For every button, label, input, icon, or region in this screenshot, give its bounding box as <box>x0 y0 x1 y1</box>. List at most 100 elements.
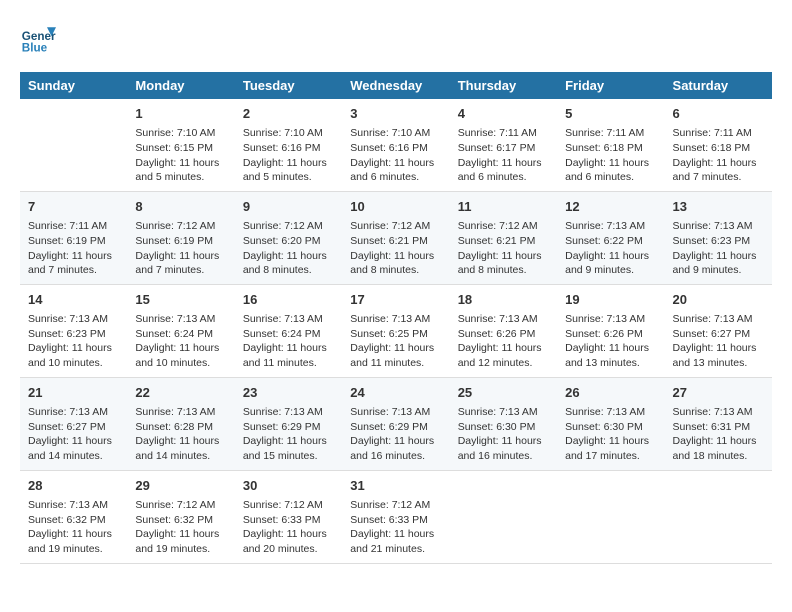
day-number: 6 <box>673 105 764 123</box>
day-number: 22 <box>135 384 226 402</box>
calendar-cell: 8 Sunrise: 7:12 AM Sunset: 6:19 PM Daylig… <box>127 191 234 284</box>
calendar-cell: 31 Sunrise: 7:12 AM Sunset: 6:33 PM Dayli… <box>342 470 449 563</box>
calendar-cell: 5 Sunrise: 7:11 AM Sunset: 6:18 PM Daylig… <box>557 99 664 191</box>
day-number: 5 <box>565 105 656 123</box>
calendar-cell: 29 Sunrise: 7:12 AM Sunset: 6:32 PM Dayli… <box>127 470 234 563</box>
calendar-cell: 28Sunrise: 7:13 AM Sunset: 6:32 PM Dayli… <box>20 470 127 563</box>
day-number: 19 <box>565 291 656 309</box>
calendar-cell: 24Sunrise: 7:13 AM Sunset: 6:29 PM Dayli… <box>342 377 449 470</box>
day-info: Sunrise: 7:12 AM Sunset: 6:19 PM Dayligh… <box>135 219 226 278</box>
calendar-week-5: 28Sunrise: 7:13 AM Sunset: 6:32 PM Dayli… <box>20 470 772 563</box>
calendar-cell: 15Sunrise: 7:13 AM Sunset: 6:24 PM Dayli… <box>127 284 234 377</box>
svg-text:Blue: Blue <box>22 42 48 55</box>
day-number: 28 <box>28 477 119 495</box>
day-number: 9 <box>243 198 334 216</box>
day-info: Sunrise: 7:13 AM Sunset: 6:25 PM Dayligh… <box>350 312 441 371</box>
day-info: Sunrise: 7:13 AM Sunset: 6:24 PM Dayligh… <box>135 312 226 371</box>
day-info: Sunrise: 7:12 AM Sunset: 6:21 PM Dayligh… <box>458 219 549 278</box>
day-info: Sunrise: 7:12 AM Sunset: 6:21 PM Dayligh… <box>350 219 441 278</box>
calendar-week-2: 7 Sunrise: 7:11 AM Sunset: 6:19 PM Daylig… <box>20 191 772 284</box>
day-number: 29 <box>135 477 226 495</box>
col-header-tuesday: Tuesday <box>235 72 342 99</box>
day-number: 30 <box>243 477 334 495</box>
day-info: Sunrise: 7:13 AM Sunset: 6:23 PM Dayligh… <box>673 219 764 278</box>
calendar-week-3: 14Sunrise: 7:13 AM Sunset: 6:23 PM Dayli… <box>20 284 772 377</box>
day-info: Sunrise: 7:12 AM Sunset: 6:20 PM Dayligh… <box>243 219 334 278</box>
day-number: 25 <box>458 384 549 402</box>
calendar-cell: 25 Sunrise: 7:13 AM Sunset: 6:30 PM Dayli… <box>450 377 557 470</box>
col-header-saturday: Saturday <box>665 72 772 99</box>
day-info: Sunrise: 7:12 AM Sunset: 6:33 PM Dayligh… <box>350 498 441 557</box>
calendar-cell: 3Sunrise: 7:10 AM Sunset: 6:16 PM Daylig… <box>342 99 449 191</box>
day-number: 7 <box>28 198 119 216</box>
day-info: Sunrise: 7:13 AM Sunset: 6:24 PM Dayligh… <box>243 312 334 371</box>
calendar-cell: 27 Sunrise: 7:13 AM Sunset: 6:31 PM Dayli… <box>665 377 772 470</box>
calendar-cell: 6 Sunrise: 7:11 AM Sunset: 6:18 PM Daylig… <box>665 99 772 191</box>
calendar-cell: 23 Sunrise: 7:13 AM Sunset: 6:29 PM Dayli… <box>235 377 342 470</box>
calendar-cell: 21 Sunrise: 7:13 AM Sunset: 6:27 PM Dayli… <box>20 377 127 470</box>
day-number: 4 <box>458 105 549 123</box>
calendar-header: SundayMondayTuesdayWednesdayThursdayFrid… <box>20 72 772 99</box>
day-number: 16 <box>243 291 334 309</box>
day-info: Sunrise: 7:11 AM Sunset: 6:18 PM Dayligh… <box>673 126 764 185</box>
calendar-cell <box>665 470 772 563</box>
day-info: Sunrise: 7:10 AM Sunset: 6:15 PM Dayligh… <box>135 126 226 185</box>
page-header: General Blue <box>20 20 772 56</box>
calendar-cell: 10Sunrise: 7:12 AM Sunset: 6:21 PM Dayli… <box>342 191 449 284</box>
day-info: Sunrise: 7:13 AM Sunset: 6:23 PM Dayligh… <box>28 312 119 371</box>
day-info: Sunrise: 7:11 AM Sunset: 6:17 PM Dayligh… <box>458 126 549 185</box>
calendar-cell: 30 Sunrise: 7:12 AM Sunset: 6:33 PM Dayli… <box>235 470 342 563</box>
day-info: Sunrise: 7:11 AM Sunset: 6:19 PM Dayligh… <box>28 219 119 278</box>
calendar-cell: 9 Sunrise: 7:12 AM Sunset: 6:20 PM Daylig… <box>235 191 342 284</box>
calendar-cell <box>20 99 127 191</box>
calendar-cell: 13 Sunrise: 7:13 AM Sunset: 6:23 PM Dayli… <box>665 191 772 284</box>
day-number: 8 <box>135 198 226 216</box>
calendar-cell <box>557 470 664 563</box>
day-info: Sunrise: 7:13 AM Sunset: 6:22 PM Dayligh… <box>565 219 656 278</box>
day-info: Sunrise: 7:13 AM Sunset: 6:30 PM Dayligh… <box>458 405 549 464</box>
day-info: Sunrise: 7:13 AM Sunset: 6:26 PM Dayligh… <box>458 312 549 371</box>
calendar-cell: 11 Sunrise: 7:12 AM Sunset: 6:21 PM Dayli… <box>450 191 557 284</box>
calendar-cell: 26Sunrise: 7:13 AM Sunset: 6:30 PM Dayli… <box>557 377 664 470</box>
calendar-cell: 22 Sunrise: 7:13 AM Sunset: 6:28 PM Dayli… <box>127 377 234 470</box>
calendar-week-4: 21 Sunrise: 7:13 AM Sunset: 6:27 PM Dayli… <box>20 377 772 470</box>
col-header-friday: Friday <box>557 72 664 99</box>
day-number: 20 <box>673 291 764 309</box>
calendar-cell <box>450 470 557 563</box>
day-info: Sunrise: 7:12 AM Sunset: 6:33 PM Dayligh… <box>243 498 334 557</box>
day-info: Sunrise: 7:10 AM Sunset: 6:16 PM Dayligh… <box>243 126 334 185</box>
day-info: Sunrise: 7:13 AM Sunset: 6:28 PM Dayligh… <box>135 405 226 464</box>
day-info: Sunrise: 7:10 AM Sunset: 6:16 PM Dayligh… <box>350 126 441 185</box>
calendar-cell: 7 Sunrise: 7:11 AM Sunset: 6:19 PM Daylig… <box>20 191 127 284</box>
day-number: 23 <box>243 384 334 402</box>
logo-icon: General Blue <box>20 20 56 56</box>
day-number: 13 <box>673 198 764 216</box>
col-header-wednesday: Wednesday <box>342 72 449 99</box>
day-info: Sunrise: 7:13 AM Sunset: 6:27 PM Dayligh… <box>673 312 764 371</box>
day-info: Sunrise: 7:13 AM Sunset: 6:31 PM Dayligh… <box>673 405 764 464</box>
calendar-cell: 12 Sunrise: 7:13 AM Sunset: 6:22 PM Dayli… <box>557 191 664 284</box>
calendar-week-1: 1 Sunrise: 7:10 AM Sunset: 6:15 PM Daylig… <box>20 99 772 191</box>
calendar-cell: 16 Sunrise: 7:13 AM Sunset: 6:24 PM Dayli… <box>235 284 342 377</box>
calendar-cell: 20 Sunrise: 7:13 AM Sunset: 6:27 PM Dayli… <box>665 284 772 377</box>
day-number: 21 <box>28 384 119 402</box>
day-number: 12 <box>565 198 656 216</box>
day-info: Sunrise: 7:13 AM Sunset: 6:26 PM Dayligh… <box>565 312 656 371</box>
day-number: 18 <box>458 291 549 309</box>
calendar-cell: 4 Sunrise: 7:11 AM Sunset: 6:17 PM Daylig… <box>450 99 557 191</box>
logo: General Blue <box>20 20 56 56</box>
day-number: 24 <box>350 384 441 402</box>
day-number: 11 <box>458 198 549 216</box>
day-number: 17 <box>350 291 441 309</box>
day-number: 31 <box>350 477 441 495</box>
col-header-monday: Monday <box>127 72 234 99</box>
day-info: Sunrise: 7:13 AM Sunset: 6:29 PM Dayligh… <box>243 405 334 464</box>
day-info: Sunrise: 7:13 AM Sunset: 6:27 PM Dayligh… <box>28 405 119 464</box>
day-info: Sunrise: 7:12 AM Sunset: 6:32 PM Dayligh… <box>135 498 226 557</box>
day-info: Sunrise: 7:11 AM Sunset: 6:18 PM Dayligh… <box>565 126 656 185</box>
day-number: 1 <box>135 105 226 123</box>
col-header-sunday: Sunday <box>20 72 127 99</box>
day-number: 26 <box>565 384 656 402</box>
day-number: 27 <box>673 384 764 402</box>
calendar-cell: 2Sunrise: 7:10 AM Sunset: 6:16 PM Daylig… <box>235 99 342 191</box>
